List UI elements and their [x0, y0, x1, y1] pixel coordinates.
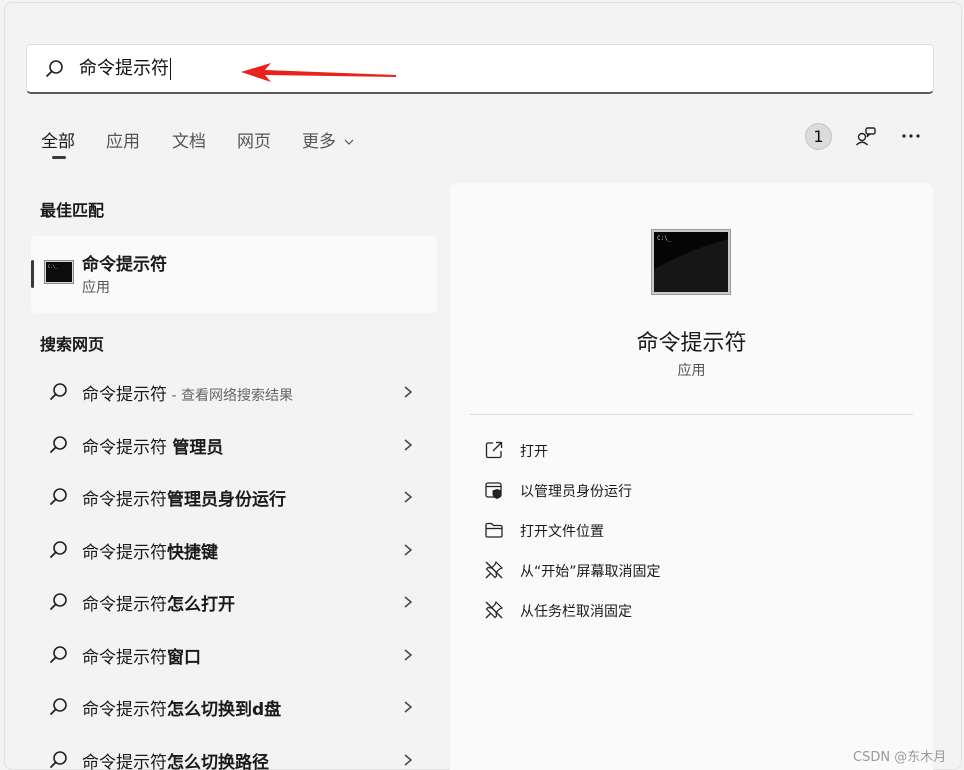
search-icon	[46, 60, 63, 77]
web-search-item-text: 命令提示符怎么切换路径	[82, 748, 269, 770]
best-match-heading: 最佳匹配	[40, 201, 105, 220]
web-search-item-text: 命令提示符窗口	[82, 643, 201, 668]
search-icon	[50, 383, 67, 400]
tab-documents[interactable]: 文档	[172, 127, 206, 152]
command-prompt-app-icon: C:\_	[44, 260, 74, 284]
detail-panel: C:\_ 命令提示符 应用 打开 以管理员身份运行 打开文件位置 从“开始”屏幕…	[450, 183, 933, 770]
search-icon	[50, 751, 67, 768]
search-icon	[50, 488, 67, 505]
best-match-type: 应用	[82, 280, 110, 296]
svg-text:C:\_: C:\_	[48, 264, 58, 269]
command-prompt-large-icon: C:\_	[651, 229, 731, 295]
account-switch-icon[interactable]	[854, 124, 878, 148]
search-icon	[50, 593, 67, 610]
search-icon	[50, 646, 67, 663]
web-search-item-query: 命令提示符	[82, 438, 173, 458]
web-search-item[interactable]: 命令提示符快捷键	[31, 527, 437, 573]
web-search-item[interactable]: 命令提示符管理员身份运行	[31, 474, 437, 520]
action-open-file-location-label: 打开文件位置	[520, 524, 604, 540]
web-search-item-suggestion: 管理员	[172, 438, 224, 458]
web-search-item-suggestion: 怎么切换路径	[167, 753, 269, 770]
tab-web[interactable]: 网页	[237, 127, 271, 152]
detail-app-type: 应用	[677, 363, 706, 379]
search-panel: 命令提示符 全部 应用 文档 网页 更多 1 最佳匹配 C:\_ 命令提示符 应…	[4, 2, 962, 770]
annotation-arrow	[241, 63, 396, 82]
web-search-item-text: 命令提示符怎么打开	[82, 590, 235, 615]
web-search-item[interactable]: 命令提示符怎么切换路径	[31, 737, 437, 770]
folder-icon	[485, 522, 503, 538]
web-search-item-suggestion: 窗口	[167, 648, 201, 668]
action-open[interactable]: 打开	[480, 437, 910, 465]
tab-apps[interactable]: 应用	[106, 127, 140, 152]
rewards-count-badge[interactable]: 1	[805, 123, 832, 150]
best-match-result[interactable]: C:\_ 命令提示符 应用	[31, 236, 437, 313]
web-search-item-query: 命令提示符	[82, 490, 167, 510]
web-search-item-suggestion: 管理员身份运行	[167, 490, 286, 510]
chevron-right-icon	[404, 386, 413, 398]
chevron-right-icon	[404, 439, 413, 451]
action-unpin-from-taskbar[interactable]: 从任务栏取消固定	[480, 597, 910, 625]
web-search-item-text: 命令提示符 - 查看网络搜索结果	[82, 380, 293, 405]
web-search-heading: 搜索网页	[40, 335, 105, 354]
web-search-item[interactable]: 命令提示符窗口	[31, 632, 437, 678]
detail-app-name: 命令提示符	[636, 331, 747, 356]
web-search-item-query: 命令提示符	[82, 595, 167, 615]
web-search-item-query: 命令提示符	[82, 543, 167, 563]
action-unpin-from-taskbar-label: 从任务栏取消固定	[520, 604, 632, 620]
unpin-icon	[485, 600, 504, 619]
chevron-down-icon	[344, 139, 354, 145]
web-search-item[interactable]: 命令提示符 - 查看网络搜索结果	[31, 369, 437, 415]
web-search-item-suggestion: 怎么打开	[167, 595, 235, 615]
action-open-file-location[interactable]: 打开文件位置	[480, 517, 910, 545]
divider	[470, 414, 913, 415]
web-search-item-query: 命令提示符	[82, 700, 167, 720]
admin-shield-icon	[485, 482, 502, 499]
search-icon	[50, 541, 67, 558]
web-search-item-suggestion: 怎么切换到d盘	[167, 700, 282, 720]
tab-more-label: 更多	[302, 132, 336, 152]
open-external-icon	[485, 441, 503, 459]
unpin-icon	[485, 560, 504, 579]
svg-text:C:\_: C:\_	[657, 235, 672, 242]
search-input[interactable]: 命令提示符	[79, 58, 171, 80]
web-search-item-query: 命令提示符	[82, 648, 167, 668]
watermark: CSDN @东木月	[853, 750, 947, 765]
chevron-right-icon	[404, 596, 413, 608]
tab-more[interactable]: 更多	[302, 127, 355, 152]
web-search-item-hint: - 查看网络搜索结果	[167, 388, 293, 404]
web-search-item-query: 命令提示符	[82, 385, 167, 405]
web-search-item-text: 命令提示符快捷键	[82, 538, 218, 563]
chevron-right-icon	[404, 754, 413, 766]
selection-indicator	[31, 260, 34, 288]
chevron-right-icon	[404, 491, 413, 503]
web-search-item-text: 命令提示符 管理员	[82, 433, 223, 458]
chevron-right-icon	[404, 649, 413, 661]
best-match-name: 命令提示符	[82, 255, 167, 275]
active-tab-indicator	[52, 156, 66, 159]
tab-all[interactable]: 全部	[41, 127, 75, 152]
chevron-right-icon	[404, 701, 413, 713]
more-options-icon[interactable]	[899, 124, 923, 148]
action-unpin-from-start[interactable]: 从“开始”屏幕取消固定	[480, 557, 910, 585]
action-unpin-from-start-label: 从“开始”屏幕取消固定	[520, 564, 661, 580]
action-open-label: 打开	[520, 444, 548, 460]
web-search-item-text: 命令提示符管理员身份运行	[82, 485, 286, 510]
web-search-item[interactable]: 命令提示符怎么切换到d盘	[31, 684, 437, 730]
action-run-as-admin[interactable]: 以管理员身份运行	[480, 477, 910, 505]
web-search-item-suggestion: 快捷键	[167, 543, 218, 563]
search-icon	[50, 698, 67, 715]
search-icon	[50, 436, 67, 453]
web-search-item-query: 命令提示符	[82, 753, 167, 770]
search-box[interactable]: 命令提示符	[26, 44, 934, 94]
web-search-item-text: 命令提示符怎么切换到d盘	[82, 695, 281, 720]
chevron-right-icon	[404, 544, 413, 556]
web-search-item[interactable]: 命令提示符怎么打开	[31, 579, 437, 625]
action-run-as-admin-label: 以管理员身份运行	[520, 484, 632, 500]
web-search-item[interactable]: 命令提示符 管理员	[31, 422, 437, 468]
